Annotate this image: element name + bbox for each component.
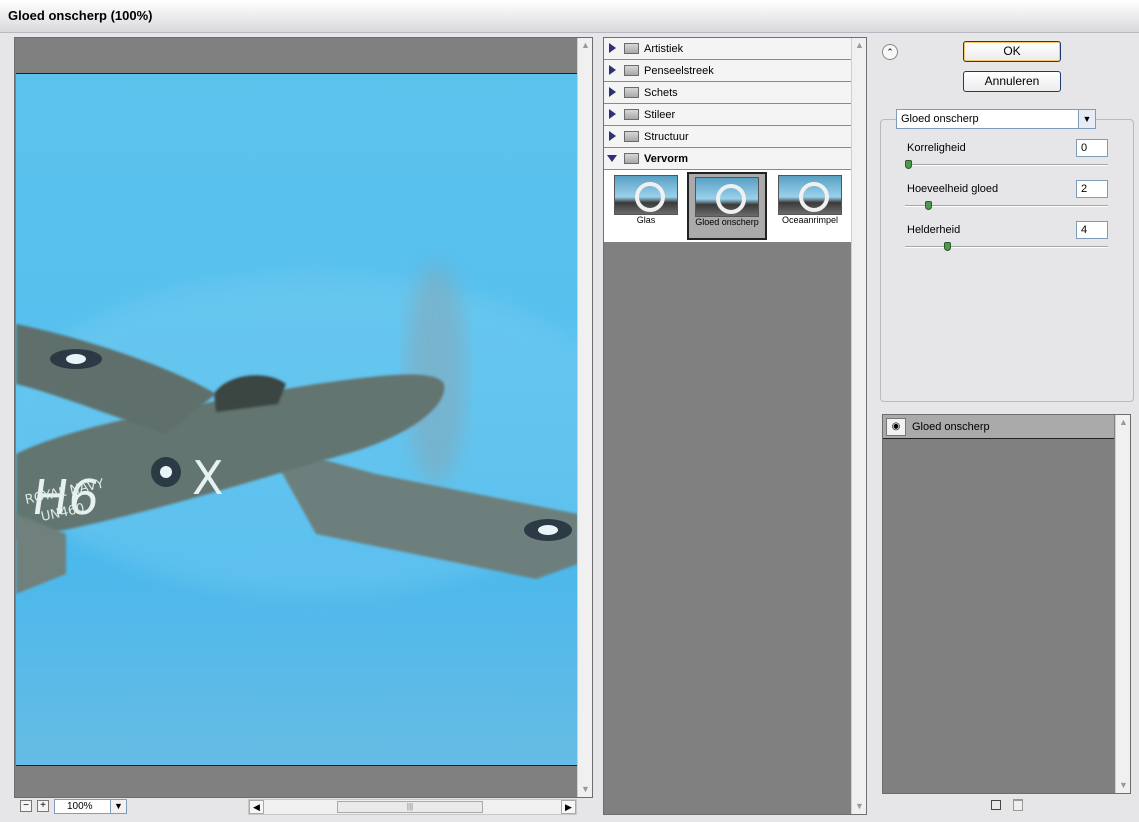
- preview-pane[interactable]: H6 X ROYAL NAVY UN460 ▲ ▼: [14, 37, 593, 798]
- thumbnail-image: [778, 175, 842, 215]
- scroll-up-icon[interactable]: ▲: [578, 38, 593, 53]
- gallery-scrollbar[interactable]: ▲ ▼: [851, 38, 866, 814]
- category-label: Schets: [644, 87, 678, 99]
- scroll-down-icon[interactable]: ▼: [1116, 778, 1131, 793]
- slider-knob[interactable]: [924, 201, 932, 210]
- effect-layer-name: Gloed onscherp: [912, 421, 990, 433]
- thumbnail-label: Glas: [636, 215, 656, 225]
- horizontal-scroll-thumb[interactable]: |||: [337, 801, 483, 813]
- ok-button[interactable]: OK: [963, 41, 1061, 62]
- category-label: Artistiek: [644, 43, 684, 55]
- thumbnail-label: Oceaanrimpel: [781, 215, 839, 225]
- hoeveelheid-gloed-slider[interactable]: [905, 201, 1108, 210]
- zoom-out-button[interactable]: −: [20, 800, 32, 812]
- korreligheid-slider[interactable]: [905, 160, 1108, 169]
- window-title: Gloed onscherp (100%): [8, 8, 153, 23]
- collapse-gallery-button[interactable]: ⌃: [882, 44, 898, 60]
- zoom-dropdown-icon[interactable]: ▼: [110, 799, 127, 814]
- category-schets[interactable]: Schets: [604, 82, 851, 104]
- expand-arrow-icon[interactable]: [609, 87, 616, 97]
- svg-text:X: X: [192, 451, 224, 505]
- folder-icon: [624, 131, 639, 142]
- folder-icon: [624, 43, 639, 54]
- chevron-down-icon[interactable]: ▼: [1078, 110, 1095, 128]
- filter-thumbnails: Glas Gloed onscherp Oceaanrimpel: [604, 170, 851, 242]
- folder-icon: [624, 65, 639, 76]
- thumbnail-image: [695, 177, 759, 217]
- helderheid-slider[interactable]: [905, 242, 1108, 251]
- layers-scrollbar[interactable]: ▲ ▼: [1115, 415, 1130, 793]
- preview-horizontal-scrollbar[interactable]: ◀ ||| ▶: [248, 799, 577, 815]
- collapse-arrow-icon[interactable]: [607, 155, 617, 162]
- filter-settings-panel: [880, 119, 1134, 402]
- category-label: Structuur: [644, 131, 689, 143]
- expand-arrow-icon[interactable]: [609, 131, 616, 141]
- effect-layers-panel: ◉ Gloed onscherp ▲ ▼: [882, 414, 1131, 794]
- slider-knob[interactable]: [944, 242, 952, 251]
- korreligheid-input[interactable]: 0: [1076, 139, 1108, 157]
- category-label: Stileer: [644, 109, 676, 121]
- effect-layer-row[interactable]: ◉ Gloed onscherp: [883, 415, 1114, 439]
- category-penseelstreek[interactable]: Penseelstreek: [604, 60, 851, 82]
- category-label: Penseelstreek: [644, 65, 714, 77]
- filter-thumb-oceaanrimpel[interactable]: Oceaanrimpel: [770, 172, 850, 240]
- scroll-down-icon[interactable]: ▼: [852, 799, 867, 814]
- param-label-korreligheid: Korreligheid: [907, 142, 966, 154]
- spitfire-illustration: H6 X ROYAL NAVY UN460: [16, 264, 578, 594]
- param-label-hoeveelheid-gloed: Hoeveelheid gloed: [907, 183, 999, 195]
- cancel-button[interactable]: Annuleren: [963, 71, 1061, 92]
- filter-thumb-gloed-onscherp[interactable]: Gloed onscherp: [687, 172, 767, 240]
- category-structuur[interactable]: Structuur: [604, 126, 851, 148]
- eye-icon[interactable]: ◉: [886, 418, 906, 436]
- filter-thumb-glas[interactable]: Glas: [606, 172, 686, 240]
- expand-arrow-icon[interactable]: [609, 109, 616, 119]
- title-bar: Gloed onscherp (100%): [0, 0, 1139, 33]
- helderheid-input[interactable]: 4: [1076, 221, 1108, 239]
- open-folder-icon: [624, 153, 639, 164]
- category-stileer[interactable]: Stileer: [604, 104, 851, 126]
- param-label-helderheid: Helderheid: [907, 224, 961, 236]
- hoeveelheid-gloed-input[interactable]: 2: [1076, 180, 1108, 198]
- expand-arrow-icon[interactable]: [609, 43, 616, 53]
- filter-select[interactable]: Gloed onscherp ▼: [896, 109, 1096, 129]
- scroll-right-icon[interactable]: ▶: [561, 800, 576, 814]
- expand-arrow-icon[interactable]: [609, 65, 616, 75]
- category-artistiek[interactable]: Artistiek: [604, 38, 851, 60]
- trash-icon[interactable]: [1013, 799, 1023, 811]
- thumbnail-label: Gloed onscherp: [695, 217, 759, 227]
- zoom-in-button[interactable]: +: [37, 800, 49, 812]
- scroll-up-icon[interactable]: ▲: [1116, 415, 1131, 430]
- filter-select-value: Gloed onscherp: [901, 113, 979, 125]
- scroll-down-icon[interactable]: ▼: [578, 782, 593, 797]
- scroll-up-icon[interactable]: ▲: [852, 38, 867, 53]
- new-effect-layer-icon[interactable]: [991, 800, 1001, 810]
- filter-gallery: Artistiek Penseelstreek Schets Stileer S…: [603, 37, 867, 815]
- preview-image[interactable]: H6 X ROYAL NAVY UN460: [16, 73, 578, 766]
- preview-toolbar: − + 100% ▼ ◀ ||| ▶: [14, 798, 593, 816]
- category-label: Vervorm: [644, 153, 689, 165]
- thumbnail-image: [614, 175, 678, 215]
- slider-knob[interactable]: [905, 160, 912, 169]
- preview-vertical-scrollbar[interactable]: ▲ ▼: [577, 38, 592, 797]
- folder-icon: [624, 87, 639, 98]
- folder-icon: [624, 109, 639, 120]
- scroll-left-icon[interactable]: ◀: [249, 800, 264, 814]
- category-vervorm[interactable]: Vervorm: [604, 148, 851, 170]
